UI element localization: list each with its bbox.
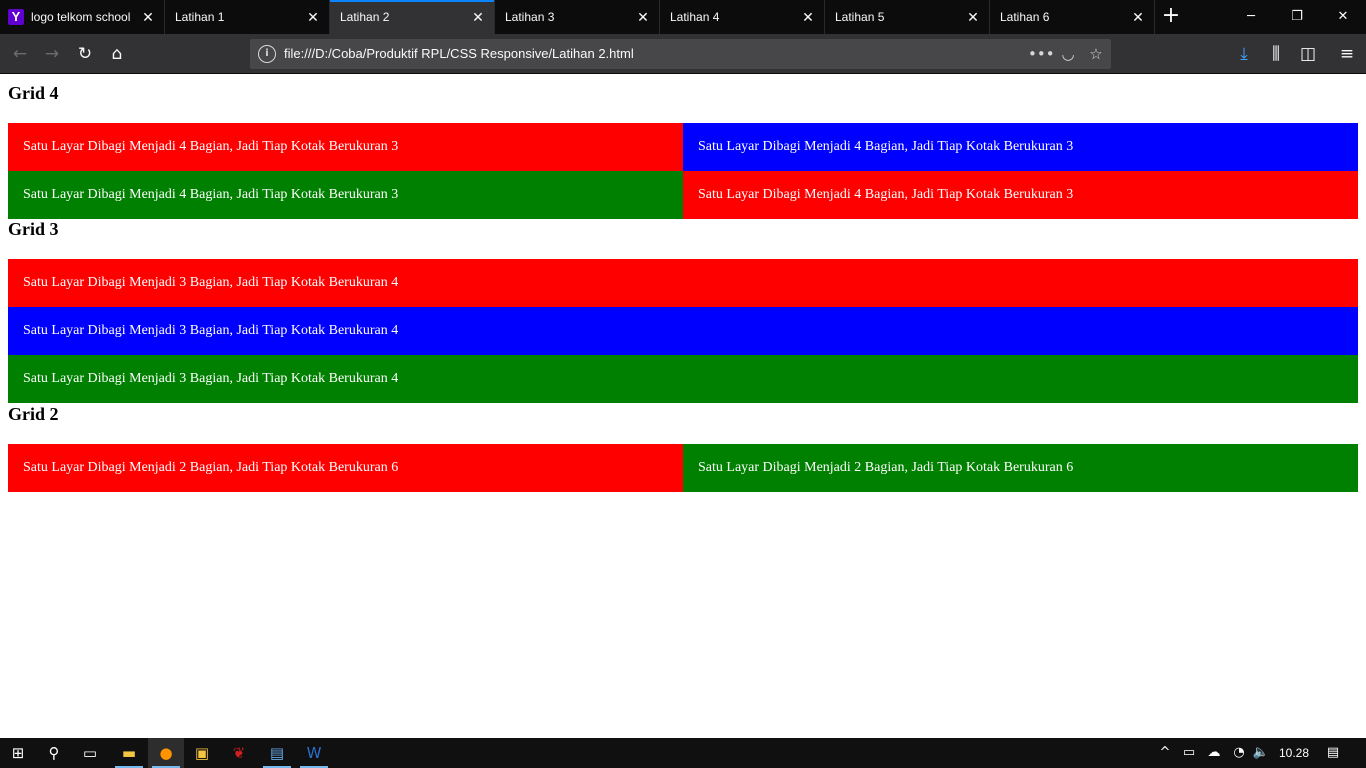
restore-icon[interactable]: ❐ [1274,0,1320,34]
url-text[interactable]: file:///D:/Coba/Produktif RPL/CSS Respon… [284,39,634,69]
sidebar-icon[interactable]: ◫ [1296,42,1320,66]
forward-icon[interactable]: → [40,42,64,66]
section-heading-grid-2: Grid 2 [8,404,59,424]
downloads-icon[interactable]: ⤓ [1232,42,1256,66]
grid-cell: Satu Layar Dibagi Menjadi 2 Bagian, Jadi… [8,444,683,492]
reload-icon[interactable]: ↻ [73,42,97,66]
close-icon[interactable]: ✕ [470,9,486,25]
section-heading-grid-4: Grid 4 [8,83,59,103]
grid-cell: Satu Layar Dibagi Menjadi 4 Bagian, Jadi… [8,123,683,171]
back-icon[interactable]: ← [8,42,32,66]
tab-latihan-1[interactable]: Latihan 1 ✕ [165,0,330,34]
tab-title: Latihan 6 [1000,10,1050,24]
new-tab-button[interactable]: + [1155,0,1187,34]
close-icon[interactable]: ✕ [140,9,156,25]
tab-bar: Y logo telkom school ✕ Latihan 1 ✕ Latih… [0,0,1366,34]
tab-latihan-5[interactable]: Latihan 5 ✕ [825,0,990,34]
url-bar[interactable]: i file:///D:/Coba/Produktif RPL/CSS Resp… [250,39,1111,69]
pocket-icon[interactable]: ◡ [1056,42,1080,66]
task-view-icon[interactable]: ▭ [72,738,108,768]
grid-cell: Satu Layar Dibagi Menjadi 3 Bagian, Jadi… [8,307,1358,355]
app-icon[interactable]: ❦ [221,738,257,768]
close-window-icon[interactable]: ✕ [1320,0,1366,34]
clock[interactable]: 10.28 [1272,738,1316,768]
tab-title: Latihan 4 [670,10,720,24]
tab-title: Latihan 2 [340,10,390,24]
grid-cell: Satu Layar Dibagi Menjadi 4 Bagian, Jadi… [683,171,1358,219]
navigation-toolbar: ← → ↻ ⌂ i file:///D:/Coba/Produktif RPL/… [0,34,1366,74]
yahoo-favicon-icon: Y [8,9,24,25]
action-center-icon[interactable]: ▤ [1320,738,1346,768]
grid-cell: Satu Layar Dibagi Menjadi 2 Bagian, Jadi… [683,444,1358,492]
remote-desktop-icon[interactable]: ▤ [259,738,295,768]
bookmark-star-icon[interactable]: ☆ [1084,42,1108,66]
page-info-icon[interactable]: i [258,45,276,63]
menu-icon[interactable]: ≡ [1335,42,1359,66]
close-icon[interactable]: ✕ [1130,9,1146,25]
page-actions-icon[interactable]: ••• [1028,42,1055,66]
grid-cell: Satu Layar Dibagi Menjadi 3 Bagian, Jadi… [8,259,1358,307]
close-icon[interactable]: ✕ [965,9,981,25]
minimize-icon[interactable]: ─ [1228,0,1274,34]
tab-title: Latihan 5 [835,10,885,24]
close-icon[interactable]: ✕ [635,9,651,25]
file-explorer-icon[interactable]: ▬ [111,738,147,768]
battery-icon[interactable]: ▭ [1178,738,1200,768]
tab-latihan-4[interactable]: Latihan 4 ✕ [660,0,825,34]
grid-cell: Satu Layar Dibagi Menjadi 4 Bagian, Jadi… [683,123,1358,171]
grid-cell: Satu Layar Dibagi Menjadi 3 Bagian, Jadi… [8,355,1358,403]
tab-latihan-2[interactable]: Latihan 2 ✕ [330,0,495,34]
show-hidden-icons-icon[interactable]: ^ [1156,738,1174,768]
tab-title: logo telkom school [31,10,131,24]
library-icon[interactable]: ⫼ [1264,42,1288,66]
word-icon[interactable]: W [296,738,332,768]
window-controls: ─ ❐ ✕ [1228,0,1366,34]
tab-latihan-3[interactable]: Latihan 3 ✕ [495,0,660,34]
page-content: Grid 4 Satu Layar Dibagi Menjadi 4 Bagia… [0,75,1366,738]
section-heading-grid-3: Grid 3 [8,219,59,239]
volume-icon[interactable]: 🔈 [1250,738,1272,768]
tab-title: Latihan 3 [505,10,555,24]
firefox-icon[interactable]: ● [148,738,184,768]
tab-title: Latihan 1 [175,10,225,24]
home-icon[interactable]: ⌂ [105,42,129,66]
tab-latihan-6[interactable]: Latihan 6 ✕ [990,0,1155,34]
tab-logo-telkom-school[interactable]: Y logo telkom school ✕ [0,0,165,34]
store-icon[interactable]: ▣ [184,738,220,768]
close-icon[interactable]: ✕ [800,9,816,25]
grid-cell: Satu Layar Dibagi Menjadi 4 Bagian, Jadi… [8,171,683,219]
search-icon[interactable]: ⚲ [36,738,72,768]
windows-taskbar: ⊞ ⚲ ▭ ▬ ● ▣ ❦ ▤ W ^ ▭ ☁ ◔ 🔈 10.28 ▤ [0,738,1366,768]
windows-start-icon[interactable]: ⊞ [0,738,36,768]
onedrive-cloud-icon[interactable]: ☁ [1203,738,1225,768]
wifi-icon[interactable]: ◔ [1228,738,1250,768]
close-icon[interactable]: ✕ [305,9,321,25]
